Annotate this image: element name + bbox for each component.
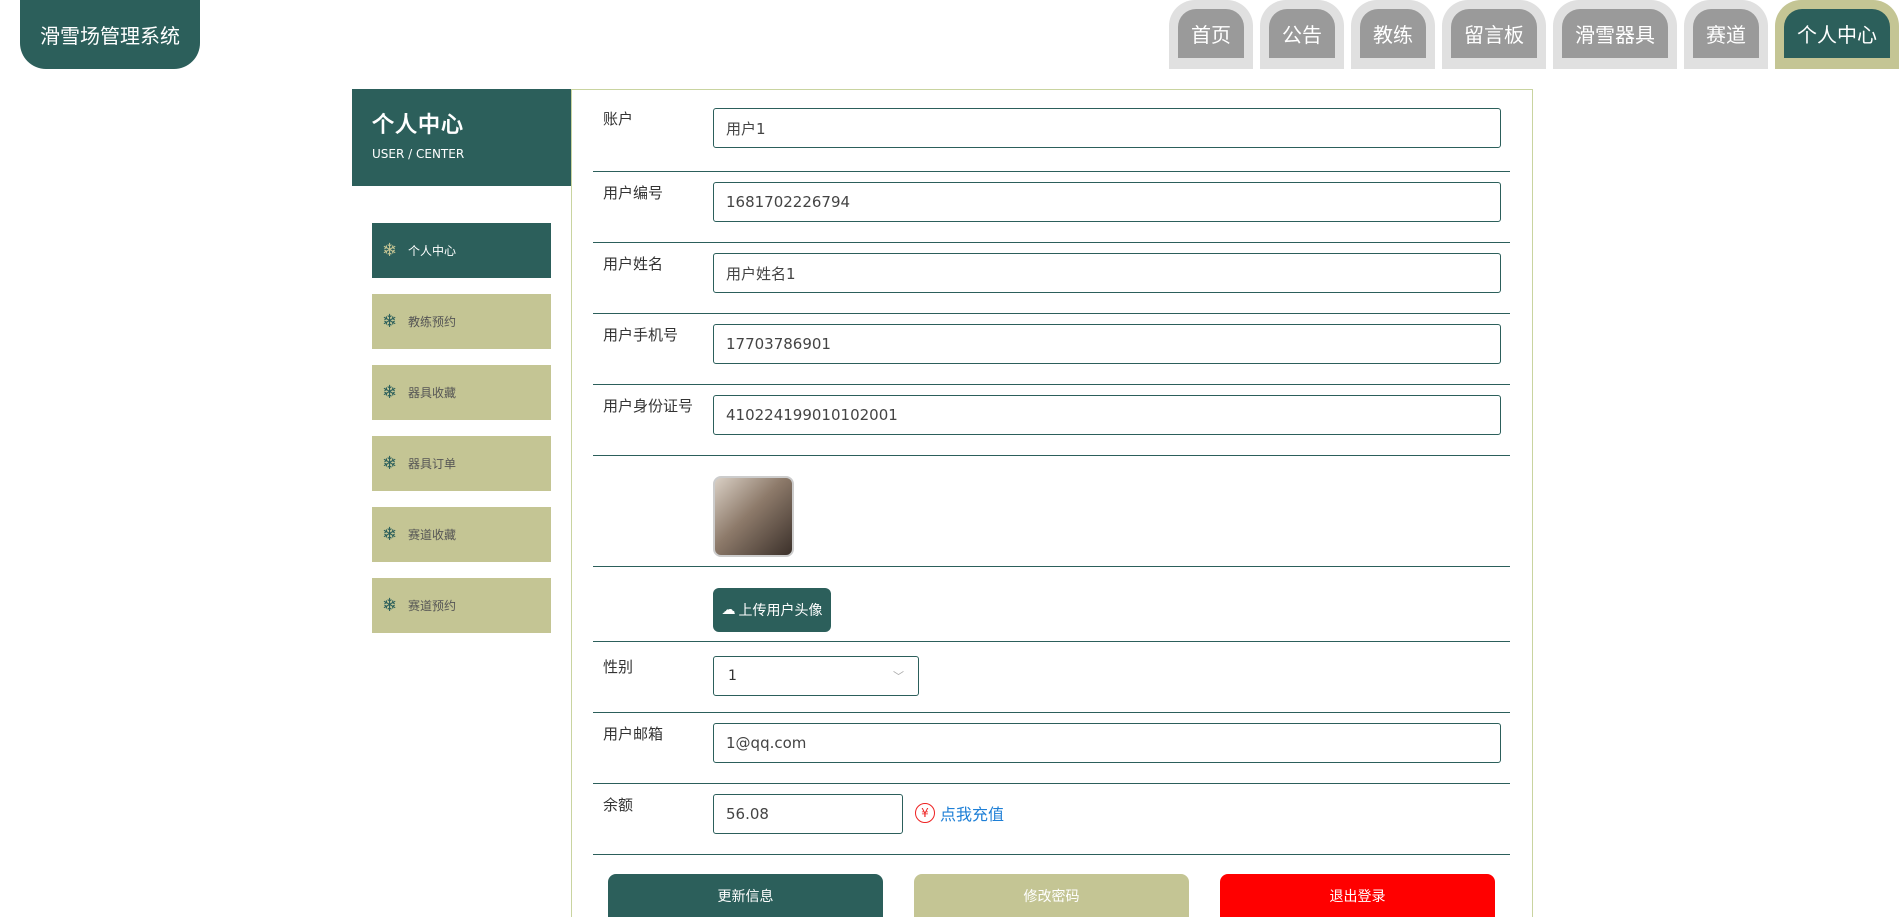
- nav-tab-home[interactable]: 首页: [1169, 0, 1253, 69]
- snowflake-icon: ❄: [382, 382, 398, 403]
- sidebar-header: 个人中心 USER / CENTER: [352, 89, 571, 186]
- gender-select[interactable]: 1 ﹀: [713, 656, 919, 696]
- snowflake-icon: ❄: [382, 453, 398, 474]
- yen-icon: ¥: [915, 803, 935, 823]
- sidebar-menu: ❄ 个人中心 ❄ 教练预约 ❄ 器具收藏 ❄ 器具订单 ❄ 赛道收藏 ❄ 赛道预…: [372, 223, 551, 649]
- account-label: 账户: [603, 110, 634, 128]
- recharge-label: 点我充值: [940, 805, 1005, 824]
- sidebar-subtitle: USER / CENTER: [372, 147, 465, 161]
- form-row-upload: ☁ 上传用户头像: [593, 567, 1510, 642]
- form-row-phone: 用户手机号 17703786901: [593, 314, 1510, 385]
- top-nav: 首页 公告 教练 留言板 滑雪器具 赛道 个人中心: [1169, 0, 1899, 69]
- change-password-button[interactable]: 修改密码: [914, 874, 1189, 917]
- profile-form-panel: 账户 用户1 用户编号 1681702226794 用户姓名 用户姓名1 用户手…: [571, 89, 1533, 917]
- snowflake-icon: ❄: [382, 240, 398, 261]
- user-no-label: 用户编号: [603, 184, 664, 202]
- user-name-input[interactable]: 用户姓名1: [713, 253, 1501, 293]
- recharge-link[interactable]: ¥ 点我充值: [915, 801, 1004, 825]
- phone-input[interactable]: 17703786901: [713, 324, 1501, 364]
- update-info-button[interactable]: 更新信息: [608, 874, 883, 917]
- upload-avatar-button[interactable]: ☁ 上传用户头像: [713, 588, 831, 632]
- account-input[interactable]: 用户1: [713, 108, 1501, 148]
- sidebar-item-label: 器具订单: [408, 457, 457, 471]
- snowflake-icon: ❄: [382, 595, 398, 616]
- form-row-gender: 性别 1 ﹀: [593, 642, 1510, 713]
- sidebar-item-track-favorites[interactable]: ❄ 赛道收藏: [372, 507, 551, 562]
- gender-value: 1: [728, 668, 737, 684]
- gender-label: 性别: [603, 658, 634, 676]
- sidebar-title: 个人中心: [372, 113, 465, 138]
- balance-input[interactable]: 56.08: [713, 794, 903, 834]
- user-avatar: [713, 476, 794, 557]
- snowflake-icon: ❄: [382, 311, 398, 332]
- email-input[interactable]: 1@qq.com: [713, 723, 1501, 763]
- form-row-email: 用户邮箱 1@qq.com: [593, 713, 1510, 784]
- id-card-label: 用户身份证号: [603, 397, 694, 415]
- site-logo: 滑雪场管理系统: [20, 0, 200, 69]
- sidebar-item-label: 器具收藏: [408, 386, 457, 400]
- sidebar-item-track-booking[interactable]: ❄ 赛道预约: [372, 578, 551, 633]
- sidebar-item-label: 赛道预约: [408, 599, 457, 613]
- sidebar-item-user-center[interactable]: ❄ 个人中心: [372, 223, 551, 278]
- form-row-balance: 余额 56.08 ¥ 点我充值: [593, 784, 1510, 855]
- sidebar-item-label: 教练预约: [408, 315, 457, 329]
- user-no-input[interactable]: 1681702226794: [713, 182, 1501, 222]
- nav-tab-message-board[interactable]: 留言板: [1442, 0, 1546, 69]
- phone-label: 用户手机号: [603, 326, 679, 344]
- nav-tab-track[interactable]: 赛道: [1684, 0, 1768, 69]
- sidebar-item-coach-booking[interactable]: ❄ 教练预约: [372, 294, 551, 349]
- sidebar-item-equipment-favorites[interactable]: ❄ 器具收藏: [372, 365, 551, 420]
- snowflake-icon: ❄: [382, 524, 398, 545]
- form-row-id-card: 用户身份证号 410224199010102001: [593, 385, 1510, 456]
- cloud-upload-icon: ☁: [721, 602, 736, 618]
- nav-tab-notice[interactable]: 公告: [1260, 0, 1344, 69]
- sidebar-item-label: 个人中心: [408, 244, 457, 258]
- upload-avatar-label: 上传用户头像: [738, 603, 823, 619]
- site-title: 滑雪场管理系统: [40, 24, 180, 48]
- sidebar-item-equipment-orders[interactable]: ❄ 器具订单: [372, 436, 551, 491]
- id-card-input[interactable]: 410224199010102001: [713, 395, 1501, 435]
- nav-tab-equipment[interactable]: 滑雪器具: [1553, 0, 1677, 69]
- logout-button[interactable]: 退出登录: [1220, 874, 1495, 917]
- nav-tab-coach[interactable]: 教练: [1351, 0, 1435, 69]
- form-row-account: 账户 用户1: [593, 90, 1510, 172]
- email-label: 用户邮箱: [603, 725, 664, 743]
- form-row-user-name: 用户姓名 用户姓名1: [593, 243, 1510, 314]
- user-name-label: 用户姓名: [603, 255, 664, 273]
- chevron-down-icon: ﹀: [893, 670, 904, 683]
- nav-tab-user-center[interactable]: 个人中心: [1775, 0, 1899, 69]
- form-row-user-no: 用户编号 1681702226794: [593, 172, 1510, 243]
- balance-label: 余额: [603, 796, 634, 814]
- sidebar-item-label: 赛道收藏: [408, 528, 457, 542]
- form-row-avatar: [593, 456, 1510, 567]
